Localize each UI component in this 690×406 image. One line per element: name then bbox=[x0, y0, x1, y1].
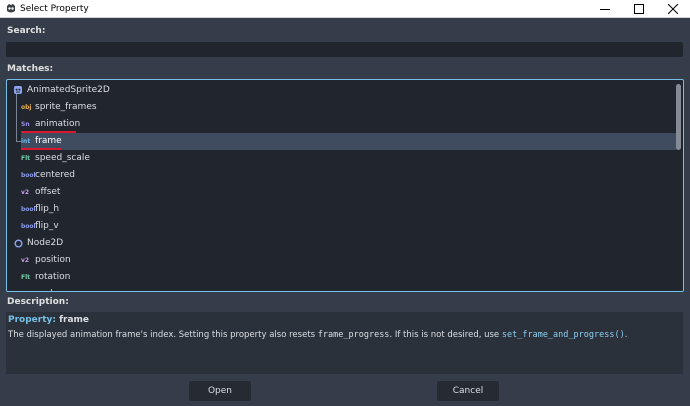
title-bar: Select Property bbox=[0, 0, 690, 18]
vector2-type-icon: v2 bbox=[21, 189, 30, 196]
tree-item-label: rotation bbox=[35, 272, 71, 282]
matches-tree[interactable]: AnimatedSprite2D obj sprite_frames Sn an… bbox=[6, 79, 684, 292]
tree-item-label: AnimatedSprite2D bbox=[27, 85, 110, 95]
description-text: The displayed animation frame's index. S… bbox=[8, 330, 627, 340]
bool-type-icon: bool bbox=[21, 172, 36, 179]
int-type-icon: int bbox=[21, 138, 31, 145]
tree-item-label: position bbox=[35, 255, 71, 265]
maximize-button[interactable] bbox=[622, 0, 656, 17]
select-property-dialog: Select Property Search: Matches: Animate… bbox=[0, 0, 690, 406]
code-frame-progress: frame_progress bbox=[317, 330, 390, 340]
open-button[interactable]: Open bbox=[189, 381, 251, 401]
tree-item-label: centered bbox=[35, 170, 76, 180]
float-type-icon: Flt bbox=[21, 274, 31, 281]
object-type-icon: obj bbox=[21, 104, 32, 111]
tree-item-label: Node2D bbox=[27, 238, 64, 248]
tree-item-flip-v[interactable]: bool flip_v bbox=[7, 218, 675, 235]
tree-scrollbar[interactable] bbox=[676, 84, 681, 150]
tree-item-centered[interactable]: bool centered bbox=[7, 167, 675, 184]
tree-item-label: frame bbox=[35, 136, 62, 146]
desc-part: . If this is not desired, use bbox=[389, 330, 502, 340]
matches-label: Matches: bbox=[7, 64, 54, 74]
vector2-type-icon: v2 bbox=[21, 257, 30, 264]
float-type-icon: Flt bbox=[21, 155, 31, 162]
property-name: frame bbox=[59, 315, 90, 325]
tree-item-label: sprite_frames bbox=[35, 102, 97, 112]
minimize-button[interactable] bbox=[588, 0, 622, 17]
tree-item-flip-h[interactable]: bool flip_h bbox=[7, 201, 675, 218]
close-icon bbox=[668, 3, 678, 14]
tree-item-rotation[interactable]: Flt rotation bbox=[7, 269, 675, 286]
search-label: Search: bbox=[7, 26, 46, 36]
search-input[interactable] bbox=[6, 42, 683, 57]
window-title: Select Property bbox=[20, 4, 89, 14]
vector2-type-icon: v2 bbox=[21, 291, 29, 292]
property-prefix: Property: bbox=[8, 315, 56, 325]
minimize-icon bbox=[600, 8, 610, 10]
tree-item-label: flip_h bbox=[35, 204, 60, 214]
bool-type-icon: bool bbox=[21, 223, 36, 230]
tree-item-frame[interactable]: int frame bbox=[7, 133, 677, 150]
tree-item-label: offset bbox=[35, 187, 61, 197]
cancel-button[interactable]: Cancel bbox=[437, 381, 499, 401]
description-panel: Property: frame The displayed animation … bbox=[6, 312, 683, 374]
link-set-frame-and-progress[interactable]: set_frame_and_progress() bbox=[502, 330, 625, 340]
tree-item-sprite-frames[interactable]: obj sprite_frames bbox=[7, 99, 675, 116]
tree-item-label: speed_scale bbox=[35, 153, 90, 163]
tree-item-offset[interactable]: v2 offset bbox=[7, 184, 675, 201]
node-2d-icon bbox=[14, 239, 23, 248]
maximize-icon bbox=[634, 3, 644, 14]
close-button[interactable] bbox=[656, 0, 690, 17]
selection-highlight bbox=[21, 133, 677, 150]
bool-type-icon: bool bbox=[21, 206, 36, 213]
stringname-type-icon: Sn bbox=[21, 121, 30, 128]
tree-item-label: animation bbox=[35, 119, 81, 129]
godot-logo-icon bbox=[7, 4, 15, 13]
property-heading: Property: frame bbox=[8, 315, 89, 325]
tree-item-label: flip_v bbox=[35, 221, 59, 231]
description-label: Description: bbox=[7, 297, 69, 307]
tree-item-scale[interactable]: v2 scale bbox=[7, 286, 675, 292]
tree-item-node2d[interactable]: Node2D bbox=[7, 235, 675, 252]
tree-item-animation[interactable]: Sn animation bbox=[7, 116, 675, 133]
tree-item-animatedsprite2d[interactable]: AnimatedSprite2D bbox=[7, 82, 675, 99]
tree-item-label: scale bbox=[35, 288, 58, 291]
desc-part: The displayed animation frame's index. S… bbox=[8, 330, 318, 340]
tree-item-speed-scale[interactable]: Flt speed_scale bbox=[7, 150, 675, 167]
desc-part: . bbox=[624, 330, 628, 340]
tree-item-position[interactable]: v2 position bbox=[7, 252, 675, 269]
animated-sprite-2d-icon bbox=[14, 86, 22, 94]
